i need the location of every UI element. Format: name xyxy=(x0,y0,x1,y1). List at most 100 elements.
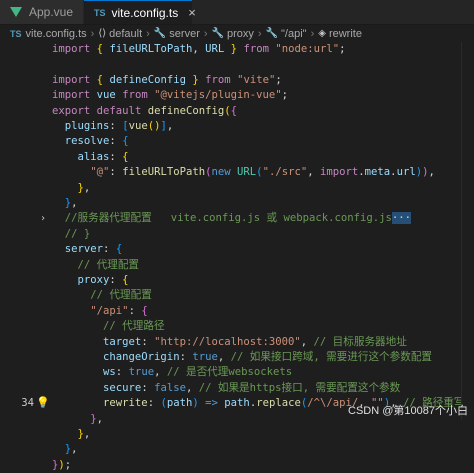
code-token: // 目标服务器地址 xyxy=(313,335,407,348)
code-line[interactable]: ws: true, // 是否代理websockets xyxy=(0,365,474,380)
code-token: () xyxy=(147,120,161,132)
code-text: proxy: { xyxy=(52,273,129,288)
code-token: "@" xyxy=(90,166,110,179)
code-text: resolve: { xyxy=(52,134,129,149)
code-token: { xyxy=(122,135,129,148)
code-line[interactable]: }); xyxy=(0,458,474,473)
code-line[interactable]: // 代理配置 xyxy=(0,288,474,303)
code-text: }); xyxy=(52,458,71,473)
code-line[interactable]: // 代理路径 xyxy=(0,319,474,334)
code-text: // } xyxy=(52,227,91,242)
symbol-method-icon: ◈ xyxy=(318,28,326,39)
close-icon[interactable]: × xyxy=(188,5,196,20)
tab-label: App.vue xyxy=(29,5,74,19)
code-line[interactable]: "@": fileURLToPath(new URL("./src", impo… xyxy=(0,165,474,180)
code-token: path xyxy=(224,397,250,410)
code-text: }, xyxy=(52,427,91,442)
code-token: : xyxy=(109,135,123,148)
code-token: proxy xyxy=(77,274,110,286)
code-line[interactable]: }, xyxy=(0,442,474,457)
symbol-property-icon: 🔧 xyxy=(265,28,279,39)
code-line[interactable]: "/api": { xyxy=(0,304,474,319)
code-token: , xyxy=(307,166,320,179)
code-token: import xyxy=(319,166,359,179)
code-text: plugins: [vue()], xyxy=(52,119,174,134)
breadcrumb-item-proxy[interactable]: proxy xyxy=(227,28,254,40)
breadcrumb-item-server[interactable]: server xyxy=(169,28,200,40)
code-token: { xyxy=(230,104,238,117)
code-token: export xyxy=(52,104,91,117)
code-line[interactable]: secure: false, // 如果是https接口, 需要配置这个参数 xyxy=(0,381,474,396)
code-line[interactable]: target: "http://localhost:3000", // 目标服务… xyxy=(0,335,474,350)
watermark: CSDN @第10087个小白 xyxy=(348,405,468,417)
symbol-property-icon: 🔧 xyxy=(211,28,224,39)
code-text: secure: false, // 如果是https接口, 需要配置这个参数 xyxy=(52,381,400,396)
code-token: : xyxy=(109,120,123,132)
code-token: "/api" xyxy=(90,304,129,317)
tab-app-vue[interactable]: App.vue xyxy=(0,0,84,24)
code-token: , xyxy=(83,181,91,194)
code-token: , xyxy=(300,335,314,348)
lightbulb-icon[interactable]: 💡 xyxy=(36,396,50,409)
code-token: path xyxy=(166,397,193,410)
code-editor[interactable]: import { fileURLToPath, URL } from "node… xyxy=(0,42,474,471)
code-text: server: { xyxy=(52,242,122,257)
editor-scrollbar[interactable] xyxy=(461,42,474,420)
breadcrumb-item-api[interactable]: "/api" xyxy=(281,28,307,40)
code-token: changeOrigin xyxy=(103,351,180,363)
code-text: target: "http://localhost:3000", // 目标服务… xyxy=(52,335,407,350)
code-line[interactable] xyxy=(0,57,474,72)
breadcrumb-item-default[interactable]: default xyxy=(109,28,142,40)
code-line[interactable]: import { defineConfig } from "vite"; xyxy=(0,73,474,88)
code-line[interactable]: changeOrigin: true, // 如果接口跨域, 需要进行这个参数配… xyxy=(0,350,474,365)
code-text: }, xyxy=(52,196,78,211)
code-token: rewrite xyxy=(103,397,148,410)
symbol-module-icon: ⟨⟩ xyxy=(98,28,107,39)
chevron-right-icon: › xyxy=(146,27,150,40)
code-text: import vue from "@vitejs/plugin-vue"; xyxy=(52,88,288,103)
code-token: , xyxy=(71,443,78,456)
code-token: ; xyxy=(64,458,72,471)
code-line[interactable]: }, xyxy=(0,181,474,196)
code-token: "@vitejs/plugin-vue" xyxy=(154,89,282,102)
breadcrumb-item-rewrite[interactable]: rewrite xyxy=(329,28,362,40)
tab-vite-config-ts[interactable]: TS vite.config.ts × xyxy=(84,0,196,24)
code-text: import { fileURLToPath, URL } from "node… xyxy=(52,42,346,57)
code-line[interactable]: › //服务器代理配置 vite.config.js 或 webpack.con… xyxy=(0,211,474,226)
code-line[interactable]: server: { xyxy=(0,242,474,257)
code-line[interactable]: // } xyxy=(0,227,474,242)
code-token: // 如果接口跨域, 需要进行这个参数配置 xyxy=(230,351,433,363)
code-text: }, xyxy=(52,181,91,196)
code-line[interactable]: // 代理配置 xyxy=(0,258,474,273)
chevron-right-icon: › xyxy=(203,27,208,40)
code-text: "@": fileURLToPath(new URL("./src", impo… xyxy=(52,165,435,180)
code-token: // 如果是https接口, 需要配置这个参数 xyxy=(198,381,401,394)
code-line[interactable]: export default defineConfig({ xyxy=(0,104,474,119)
code-token: defineConfig xyxy=(147,104,225,117)
code-line[interactable]: proxy: { xyxy=(0,273,474,288)
code-token: , xyxy=(71,197,78,209)
code-token: { xyxy=(122,274,129,286)
code-line[interactable]: }, xyxy=(0,427,474,442)
code-line[interactable]: alias: { xyxy=(0,150,474,165)
code-line[interactable]: import { fileURLToPath, URL } from "node… xyxy=(0,42,474,57)
code-token: { xyxy=(141,304,148,317)
code-token: // 是否代理websockets xyxy=(166,366,293,379)
fold-chevron-icon[interactable]: › xyxy=(40,211,46,226)
code-line[interactable]: resolve: { xyxy=(0,134,474,149)
code-line[interactable]: }, xyxy=(0,196,474,211)
breadcrumb-item-file[interactable]: vite.config.ts xyxy=(26,28,87,40)
code-token: // } xyxy=(64,227,91,240)
code-line[interactable]: plugins: [vue()], xyxy=(0,119,474,134)
chevron-right-icon: › xyxy=(257,27,262,40)
code-text: changeOrigin: true, // 如果接口跨域, 需要进行这个参数配… xyxy=(52,350,432,365)
code-line[interactable]: import vue from "@vitejs/plugin-vue"; xyxy=(0,88,474,103)
code-token: from xyxy=(122,89,148,102)
code-token: import xyxy=(52,89,91,102)
code-text: // 代理配置 xyxy=(52,258,140,273)
